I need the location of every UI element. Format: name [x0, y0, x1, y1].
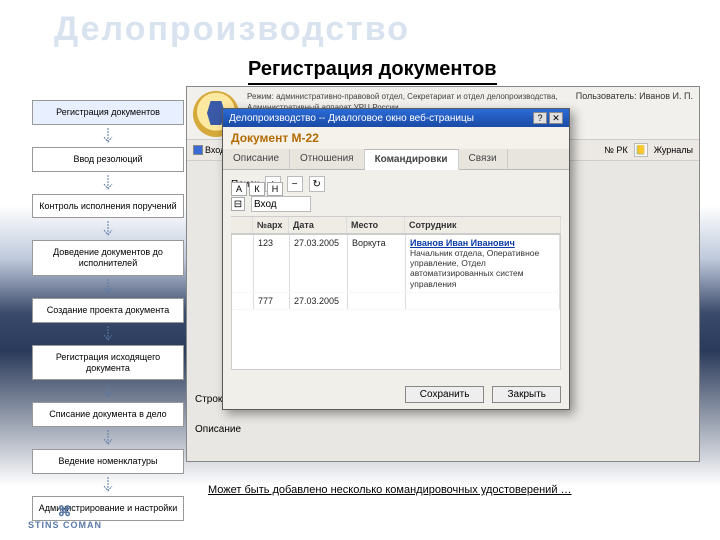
refresh-icon[interactable]: ↻: [309, 176, 325, 192]
dialog-doc-title: Документ М-22: [223, 127, 569, 149]
letter-n[interactable]: Н: [267, 182, 283, 196]
sidebar-item-register[interactable]: Регистрация документов: [32, 100, 184, 125]
table-row[interactable]: 777 27.03.2005: [232, 293, 560, 310]
journals-icon[interactable]: 📒: [634, 143, 648, 157]
tab-trips[interactable]: Командировки: [365, 149, 459, 170]
sidebar-item-nomenclature[interactable]: Ведение номенклатуры: [32, 449, 184, 474]
footer-logo: ⌘STINS COMAN: [28, 503, 102, 530]
col-journals: Журналы: [654, 145, 693, 155]
dialog-window: Делопроизводство -- Диалоговое окно веб-…: [222, 108, 570, 410]
remove-icon[interactable]: −: [287, 176, 303, 192]
close-button[interactable]: Закрыть: [492, 386, 561, 403]
sidebar-item-resolutions[interactable]: Ввод резолюций: [32, 147, 184, 172]
grid-header: №арх Дата Место Сотрудник: [231, 216, 561, 234]
close-icon[interactable]: ✕: [549, 112, 563, 124]
sidebar-item-deliver[interactable]: Доведение документов до исполнителей: [32, 240, 184, 276]
grid-body: 123 27.03.2005 Воркута Иванов Иван Ивано…: [231, 234, 561, 370]
tab-rel[interactable]: Отношения: [290, 149, 365, 169]
tree-collapse-icon[interactable]: ⊟: [231, 197, 245, 211]
dialog-tabs: Описание Отношения Командировки Связи: [223, 149, 569, 170]
help-icon[interactable]: ?: [533, 112, 547, 124]
page-subtitle: Регистрация документов: [248, 58, 497, 85]
col-rk: № РК: [604, 145, 627, 155]
user-block: Пользователь: Иванов И. П.: [576, 91, 693, 101]
table-row[interactable]: 123 27.03.2005 Воркута Иванов Иван Ивано…: [232, 235, 560, 293]
sidebar-item-create[interactable]: Создание проекта документа: [32, 298, 184, 323]
sidebar-item-outgoing[interactable]: Регистрация исходящего документа: [32, 345, 184, 381]
sidebar: Регистрация документов Ввод резолюций Ко…: [32, 100, 184, 523]
save-button[interactable]: Сохранить: [405, 386, 485, 403]
sidebar-item-archive[interactable]: Списание документа в дело: [32, 402, 184, 427]
desc-label: Описание: [195, 424, 241, 435]
page-title: Делопроизводство: [54, 10, 410, 49]
sidebar-item-control[interactable]: Контроль исполнения поручений: [32, 194, 184, 219]
tab-links[interactable]: Связи: [459, 149, 508, 169]
tree-root-input[interactable]: [251, 196, 311, 212]
footnote: Может быть добавлено несколько командиро…: [208, 484, 700, 496]
tab-desc[interactable]: Описание: [223, 149, 290, 169]
dialog-titlebar[interactable]: Делопроизводство -- Диалоговое окно веб-…: [223, 109, 569, 127]
letter-k[interactable]: К: [249, 182, 265, 196]
letter-a[interactable]: А: [231, 182, 247, 196]
letter-filters: А К Н: [231, 182, 283, 196]
